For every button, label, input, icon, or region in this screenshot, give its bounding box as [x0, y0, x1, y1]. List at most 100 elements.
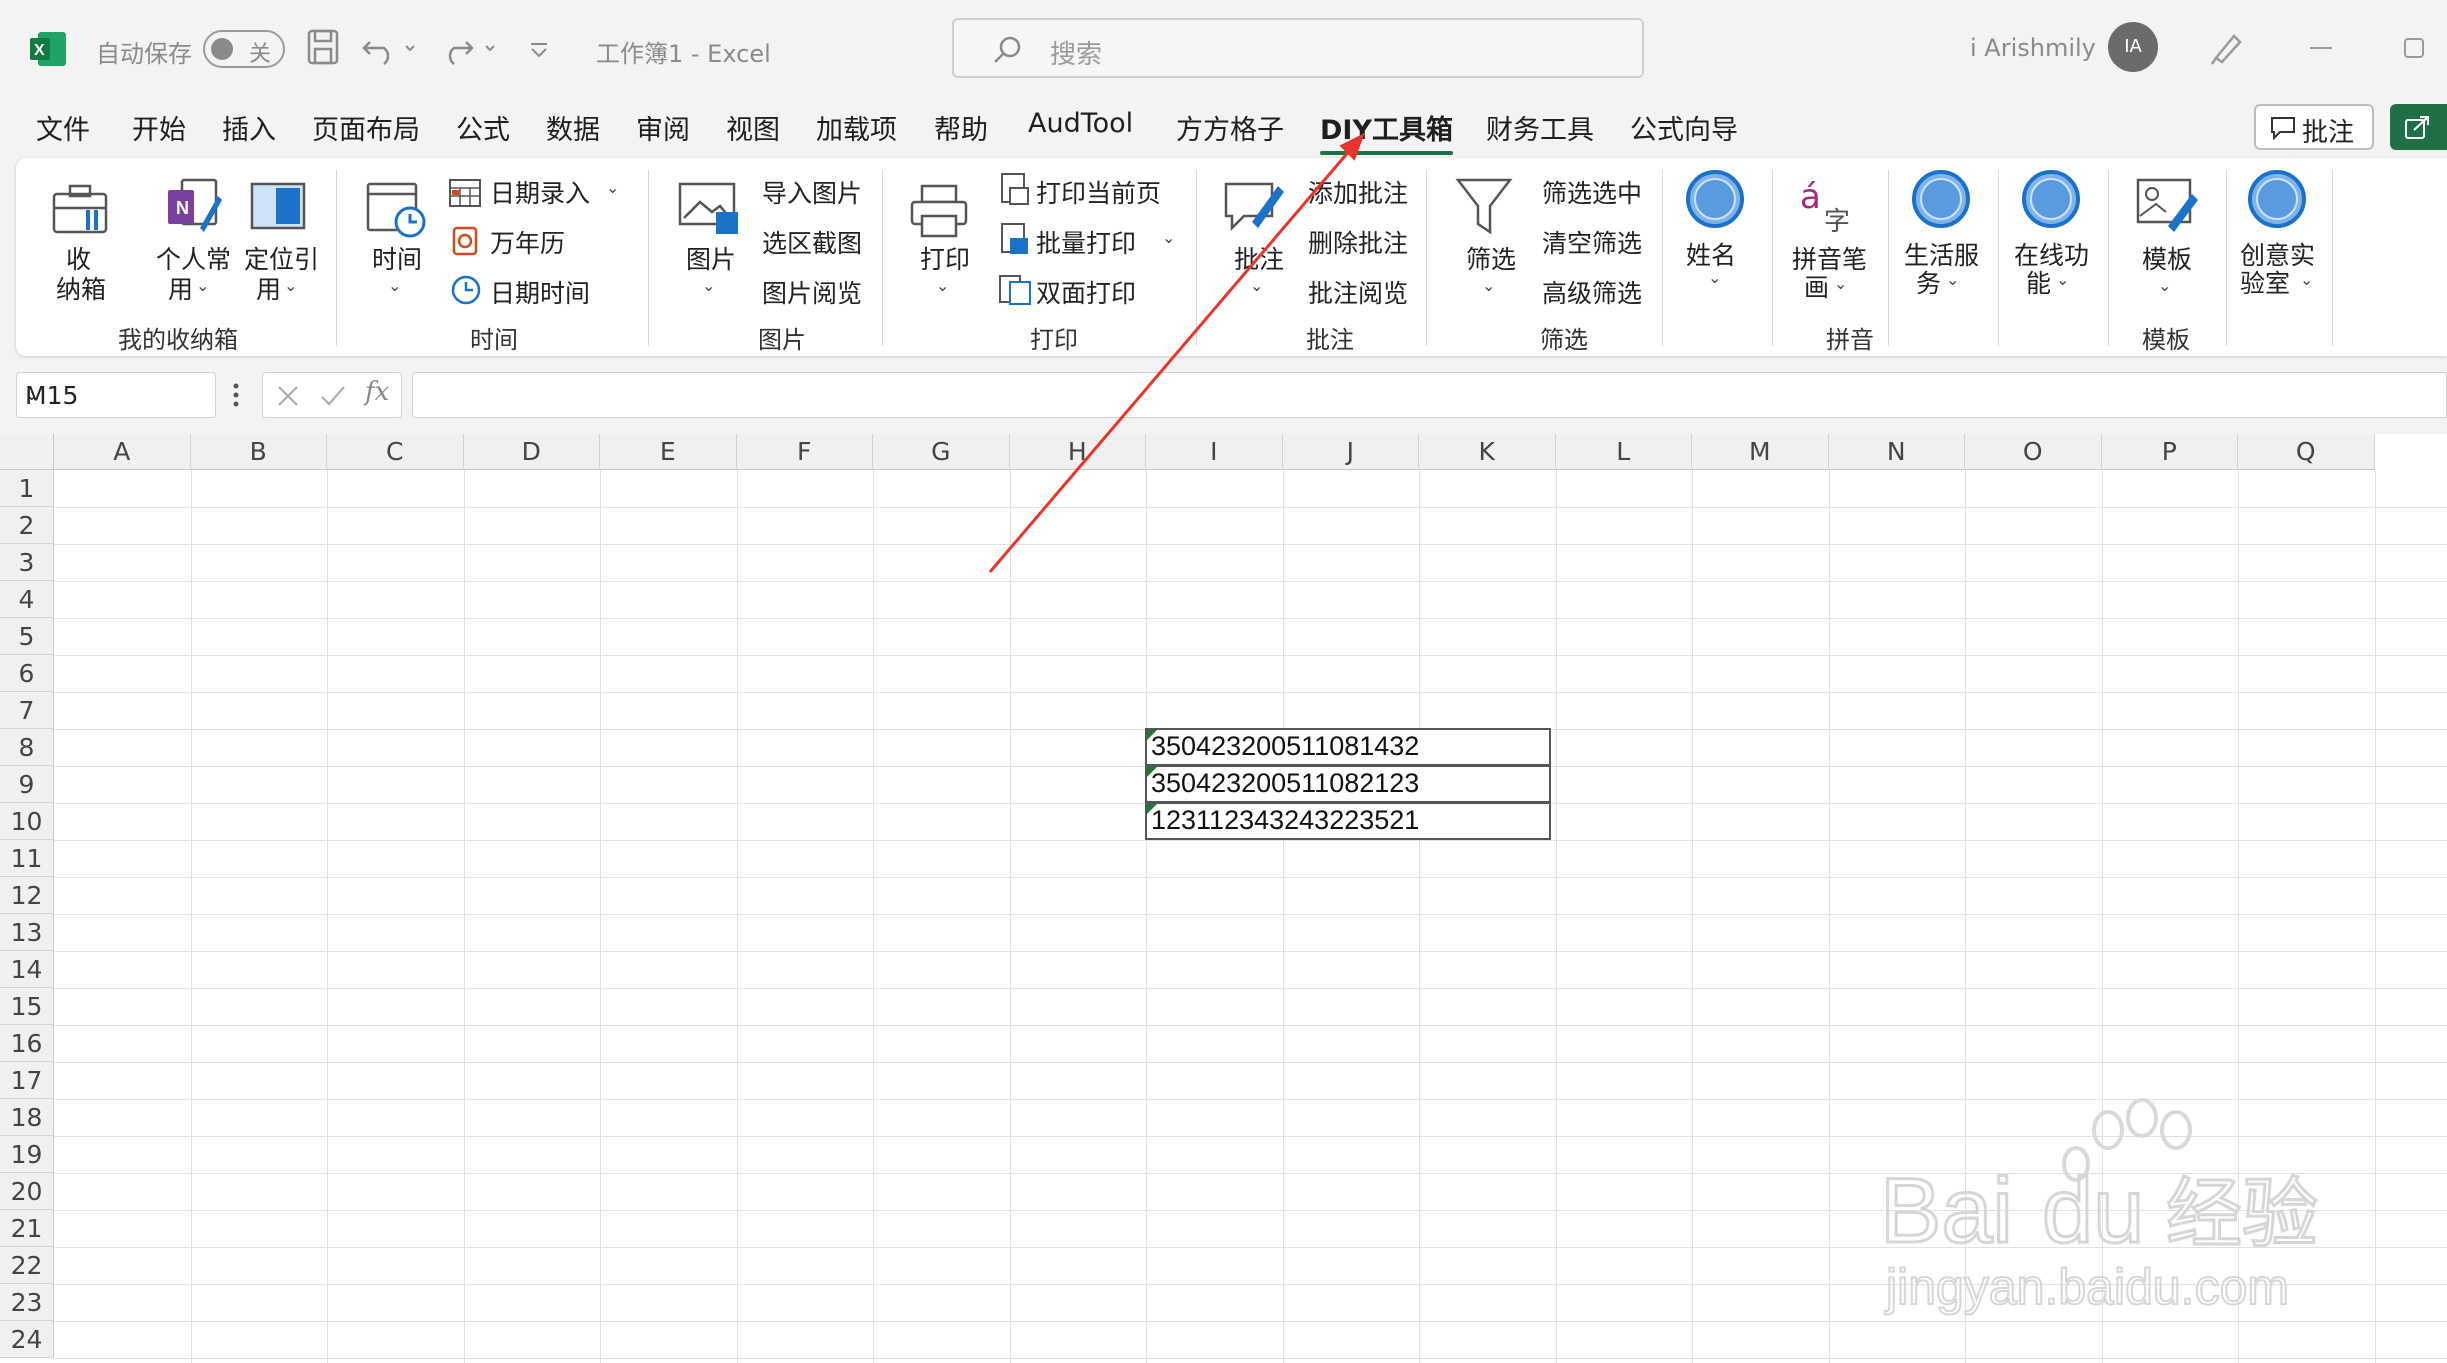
- column-header-A[interactable]: A: [54, 434, 191, 470]
- restore-icon[interactable]: [2400, 28, 2430, 66]
- pinyin-stroke-label-2[interactable]: 画: [1804, 268, 1829, 304]
- row-header-5[interactable]: 5: [0, 618, 54, 655]
- duplex-print-button[interactable]: 双面打印: [1036, 274, 1136, 310]
- chevron-down-icon[interactable]: ⌄: [1482, 276, 1495, 295]
- row-header-23[interactable]: 23: [0, 1284, 54, 1321]
- autosave-toggle[interactable]: 关: [203, 30, 285, 68]
- row-header-6[interactable]: 6: [0, 655, 54, 692]
- column-header-M[interactable]: M: [1692, 434, 1829, 470]
- row-header-12[interactable]: 12: [0, 877, 54, 914]
- row-header-19[interactable]: 19: [0, 1136, 54, 1173]
- tab-home[interactable]: 开始: [132, 108, 186, 147]
- row-header-15[interactable]: 15: [0, 988, 54, 1025]
- more-options-icon[interactable]: [230, 380, 242, 410]
- chevron-down-icon[interactable]: ⌄: [936, 276, 949, 295]
- minimize-icon[interactable]: [2306, 28, 2336, 66]
- tab-diy-toolbox[interactable]: DIY工具箱: [1320, 108, 1454, 155]
- tab-data[interactable]: 数据: [546, 108, 600, 147]
- row-header-7[interactable]: 7: [0, 692, 54, 729]
- print-button-label[interactable]: 打印: [920, 240, 970, 276]
- column-header-B[interactable]: B: [190, 434, 327, 470]
- chevron-down-icon[interactable]: ⌄: [702, 276, 715, 295]
- life-service-label-2[interactable]: 务: [1916, 264, 1941, 300]
- share-button[interactable]: [2390, 104, 2447, 150]
- picture-button-label[interactable]: 图片: [686, 240, 736, 276]
- tab-page-layout[interactable]: 页面布局: [312, 108, 420, 147]
- personal-common-label-2[interactable]: 用: [168, 270, 193, 306]
- column-header-L[interactable]: L: [1555, 434, 1692, 470]
- redo-icon[interactable]: [442, 28, 502, 66]
- name-box[interactable]: M15 ⌄: [16, 372, 216, 418]
- row-header-16[interactable]: 16: [0, 1025, 54, 1062]
- column-header-O[interactable]: O: [1965, 434, 2102, 470]
- filter-button-label[interactable]: 筛选: [1466, 240, 1516, 276]
- chevron-down-icon[interactable]: ⌄: [2056, 270, 2069, 289]
- tab-finance[interactable]: 财务工具: [1486, 108, 1594, 147]
- cancel-icon[interactable]: [275, 383, 301, 409]
- cell-I8[interactable]: 350423200511081432: [1145, 728, 1551, 766]
- tab-fangfang[interactable]: 方方格子: [1176, 108, 1284, 147]
- selection-capture-button[interactable]: 选区截图: [762, 224, 862, 260]
- error-indicator-icon[interactable]: [1147, 730, 1157, 740]
- avatar[interactable]: IA: [2108, 22, 2158, 72]
- row-header-8[interactable]: 8: [0, 729, 54, 766]
- column-header-F[interactable]: F: [736, 434, 873, 470]
- date-input-button[interactable]: 日期录入: [490, 174, 590, 210]
- name-button-label[interactable]: 姓名: [1686, 236, 1736, 272]
- tab-help[interactable]: 帮助: [934, 108, 988, 147]
- row-header-1[interactable]: 1: [0, 470, 54, 507]
- column-header-C[interactable]: C: [327, 434, 464, 470]
- column-header-D[interactable]: D: [463, 434, 600, 470]
- tab-addins[interactable]: 加载项: [816, 108, 897, 147]
- tab-formula-wizard[interactable]: 公式向导: [1630, 108, 1738, 147]
- locate-ref-label-2[interactable]: 用: [256, 270, 281, 306]
- column-header-J[interactable]: J: [1282, 434, 1419, 470]
- tab-view[interactable]: 视图: [726, 108, 780, 147]
- import-picture-button[interactable]: 导入图片: [762, 174, 862, 210]
- browse-comment-button[interactable]: 批注阅览: [1308, 274, 1408, 310]
- column-header-G[interactable]: G: [873, 434, 1010, 470]
- filter-selected-button[interactable]: 筛选选中: [1542, 174, 1642, 210]
- creative-lab-label-2[interactable]: 验室: [2240, 264, 2290, 300]
- tab-insert[interactable]: 插入: [222, 108, 276, 147]
- chevron-down-icon[interactable]: ⌄: [2158, 276, 2171, 295]
- chevron-down-icon[interactable]: ⌄: [2300, 270, 2313, 289]
- delete-comment-button[interactable]: 删除批注: [1308, 224, 1408, 260]
- insert-function-icon[interactable]: fx: [365, 377, 389, 407]
- row-header-20[interactable]: 20: [0, 1173, 54, 1210]
- row-header-13[interactable]: 13: [0, 914, 54, 951]
- add-comment-button[interactable]: 添加批注: [1308, 174, 1408, 210]
- row-header-4[interactable]: 4: [0, 581, 54, 618]
- chevron-down-icon[interactable]: ⌄: [1834, 274, 1847, 293]
- tab-review[interactable]: 审阅: [636, 108, 690, 147]
- chevron-down-icon[interactable]: ⌄: [1946, 270, 1959, 289]
- row-header-17[interactable]: 17: [0, 1062, 54, 1099]
- row-header-24[interactable]: 24: [0, 1321, 54, 1358]
- row-header-3[interactable]: 3: [0, 544, 54, 581]
- cell-I10[interactable]: 123112343243223521: [1145, 803, 1551, 840]
- comment-button-label[interactable]: 批注: [1234, 240, 1284, 276]
- column-header-E[interactable]: E: [600, 434, 737, 470]
- row-header-9[interactable]: 9: [0, 766, 54, 803]
- search-box[interactable]: 搜索: [952, 18, 1644, 78]
- online-feature-label-2[interactable]: 能: [2026, 264, 2051, 300]
- tab-audtool[interactable]: AudTool: [1028, 108, 1133, 139]
- comments-button[interactable]: 批注: [2254, 104, 2374, 150]
- formula-input[interactable]: [412, 372, 2447, 418]
- chevron-down-icon[interactable]: ⌄: [1162, 228, 1175, 247]
- clear-filter-button[interactable]: 清空筛选: [1542, 224, 1642, 260]
- chevron-down-icon[interactable]: ⌄: [196, 276, 209, 295]
- time-button-label[interactable]: 时间: [372, 240, 422, 276]
- chevron-down-icon[interactable]: ⌄: [25, 385, 203, 404]
- column-header-Q[interactable]: Q: [2238, 434, 2375, 470]
- enter-check-icon[interactable]: [319, 383, 347, 409]
- row-header-18[interactable]: 18: [0, 1099, 54, 1136]
- select-all-corner[interactable]: [0, 434, 54, 470]
- chevron-down-icon[interactable]: ⌄: [1250, 276, 1263, 295]
- row-header-10[interactable]: 10: [0, 803, 54, 840]
- chevron-down-icon[interactable]: ⌄: [1708, 268, 1721, 287]
- column-header-I[interactable]: I: [1146, 434, 1283, 470]
- error-indicator-icon[interactable]: [1147, 804, 1157, 814]
- row-header-2[interactable]: 2: [0, 507, 54, 544]
- undo-icon[interactable]: [362, 28, 422, 66]
